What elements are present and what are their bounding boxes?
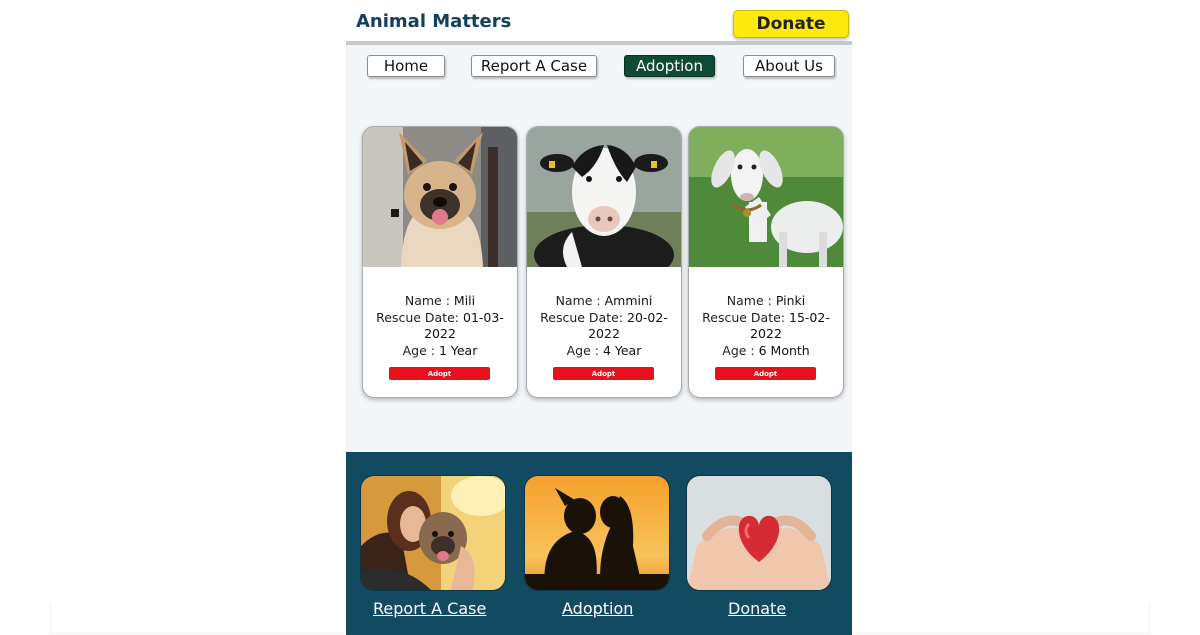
animal-card: Name : Ammini Rescue Date: 20-02-2022 Ag… [526,126,682,398]
animal-details: Name : Mili Rescue Date: 01-03-2022 Age … [363,293,517,359]
adopt-button[interactable]: Adopt [389,367,490,380]
animal-age: 6 Month [758,342,810,358]
nav-adoption-button[interactable]: Adoption [624,55,715,77]
adopt-button[interactable]: Adopt [553,367,654,380]
site-header: Animal Matters Donate [346,0,852,42]
dog-photo [363,127,517,267]
cow-photo [527,127,681,267]
animal-details: Name : Pinki Rescue Date: 15-02-2022 Age… [689,293,843,359]
app-window: Animal Matters Donate Home Report A Case… [346,0,852,635]
age-label: Age : [722,342,755,358]
name-label: Name : [555,293,601,308]
footer-report-case-link[interactable]: Report A Case [373,599,486,618]
footer-donate-link[interactable]: Donate [728,599,786,618]
nav-home-button[interactable]: Home [367,55,445,77]
age-label: Age : [402,342,435,358]
animal-age: 1 Year [438,342,478,358]
animal-details: Name : Ammini Rescue Date: 20-02-2022 Ag… [527,293,681,359]
name-label: Name : [404,293,450,308]
rescue-date-label: Rescue Date: [702,309,786,325]
adoption-image[interactable] [524,475,670,591]
animal-age: 4 Year [602,342,642,358]
name-label: Name : [726,293,772,308]
rescue-date-label: Rescue Date: [376,309,460,325]
nav-report-case-button[interactable]: Report A Case [471,55,597,77]
donate-button[interactable]: Donate [733,10,849,38]
report-case-image[interactable] [360,475,506,591]
header-divider [346,41,852,45]
animal-name: Mili [453,293,476,308]
donate-image[interactable] [686,475,832,591]
animal-name: Pinki [775,293,806,308]
animal-card: Name : Mili Rescue Date: 01-03-2022 Age … [362,126,518,398]
brand-title[interactable]: Animal Matters [356,11,511,32]
site-footer: Report A Case Adoption Donate [346,452,852,635]
animal-card: Name : Pinki Rescue Date: 15-02-2022 Age… [688,126,844,398]
animal-name: Ammini [604,293,653,308]
goat-photo [689,127,843,267]
footer-adoption-link[interactable]: Adoption [562,599,633,618]
age-label: Age : [566,342,599,358]
rescue-date-label: Rescue Date: [540,309,624,325]
nav-about-us-button[interactable]: About Us [743,55,835,77]
adopt-button[interactable]: Adopt [715,367,816,380]
